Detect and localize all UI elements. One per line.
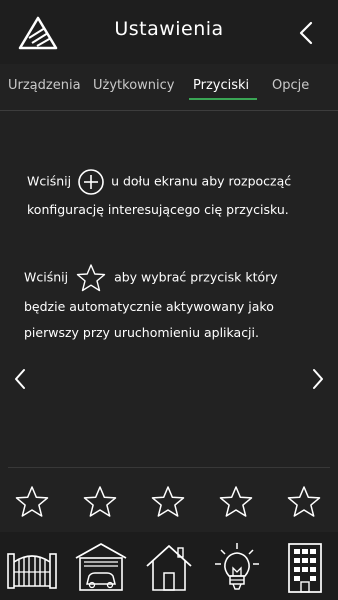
instruction-text: u dołu ekranu aby rozpocząć	[111, 173, 292, 189]
instruction-text: Wciśnij	[24, 269, 69, 285]
active-tab-indicator	[189, 98, 257, 100]
header-bar: Ustawienia	[0, 0, 338, 64]
instruction-text: pierwszy przy uruchomieniu aplikacji.	[24, 325, 259, 340]
star-icon[interactable]	[150, 484, 186, 520]
instruction-text: konfigurację interesującego cię przycisk…	[27, 202, 289, 217]
star-icon[interactable]	[286, 484, 322, 520]
tab-urzadzenia[interactable]: Urządzenia	[8, 78, 81, 93]
chevron-left-icon[interactable]	[296, 20, 316, 46]
divider	[8, 467, 330, 468]
page-title: Ustawienia	[114, 18, 224, 40]
tab-uzytkownicy[interactable]: Użytkownicy	[93, 78, 174, 93]
tab-bar: Urządzenia Użytkownicy Przyciski Opcje	[0, 64, 338, 111]
favorites-row	[0, 480, 338, 528]
add-circle-icon	[78, 169, 104, 195]
instruction-text: Wciśnij	[27, 173, 72, 189]
gate-icon[interactable]	[6, 540, 58, 594]
house-icon[interactable]	[144, 540, 194, 594]
star-icon[interactable]	[14, 484, 50, 520]
star-icon[interactable]	[82, 484, 118, 520]
tab-przyciski[interactable]: Przyciski	[193, 78, 249, 93]
bottom-nav	[0, 532, 338, 600]
garage-icon[interactable]	[74, 540, 128, 594]
instruction-add: Wciśnij u dołu ekranu aby rozpocząć	[27, 168, 291, 196]
instruction-text: aby wybrać przycisk który	[114, 269, 278, 285]
star-icon[interactable]	[218, 484, 254, 520]
tab-opcje[interactable]: Opcje	[272, 78, 309, 93]
building-icon[interactable]	[282, 540, 328, 594]
instruction-star: Wciśnij aby wybrać przycisk który	[24, 263, 278, 293]
chevron-right-icon[interactable]	[309, 367, 327, 391]
instruction-text: będzie automatycznie aktywowany jako	[24, 299, 274, 314]
lightbulb-icon[interactable]	[212, 540, 262, 594]
chevron-left-icon[interactable]	[11, 367, 29, 391]
star-icon	[76, 264, 106, 292]
